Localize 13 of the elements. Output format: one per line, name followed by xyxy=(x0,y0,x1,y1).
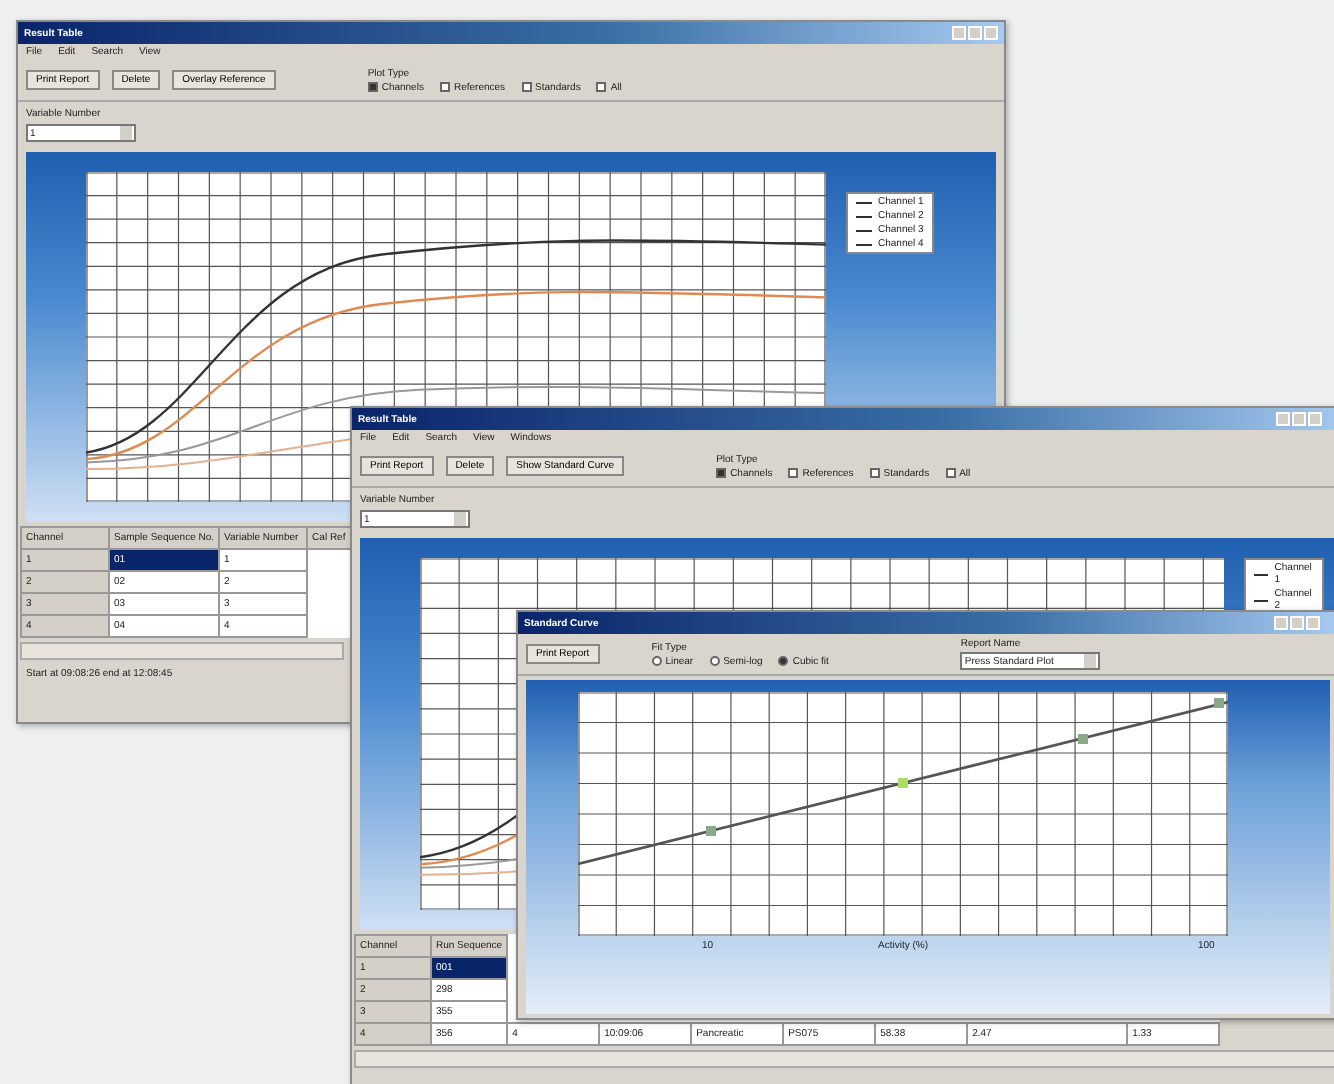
checkbox[interactable] xyxy=(869,468,880,478)
checkbox[interactable] xyxy=(367,82,378,92)
radio-button[interactable] xyxy=(778,656,789,666)
checkbox[interactable] xyxy=(596,82,607,92)
horizontal-scrollbar[interactable] xyxy=(354,1050,1334,1068)
radio-button[interactable] xyxy=(709,656,720,666)
checkbox[interactable] xyxy=(716,468,727,478)
checkbox[interactable] xyxy=(788,468,799,478)
checkbox[interactable] xyxy=(521,82,532,92)
horizontal-scrollbar[interactable] xyxy=(20,642,344,660)
checkbox[interactable] xyxy=(439,82,450,92)
radio-button[interactable] xyxy=(651,656,662,666)
checkbox[interactable] xyxy=(945,468,956,478)
